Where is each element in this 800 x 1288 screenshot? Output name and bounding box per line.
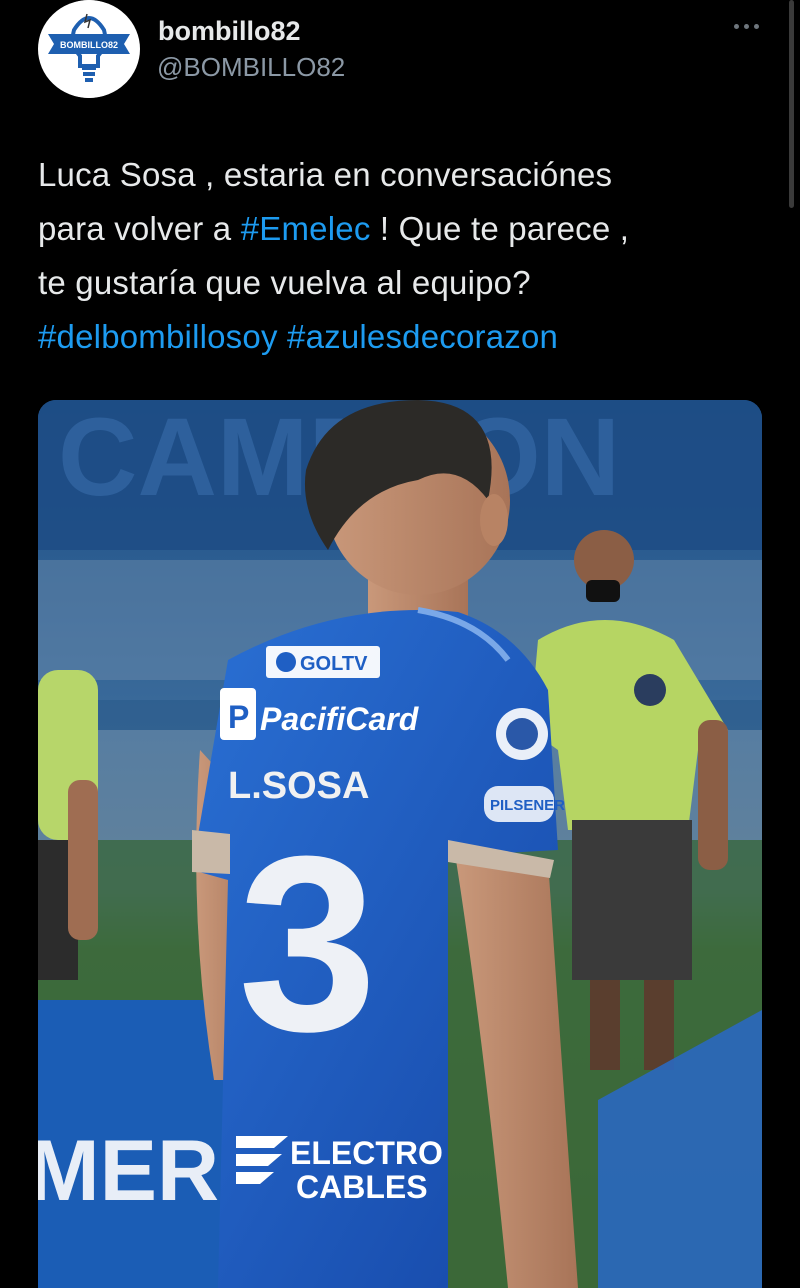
scrollbar[interactable]	[789, 0, 794, 208]
hashtag-link-azulesdecorazon[interactable]: #azulesdecorazon	[287, 318, 558, 355]
jersey-sponsor-electro: ELECTRO	[290, 1135, 443, 1171]
jersey-number: 3	[238, 804, 377, 1083]
tweet-text-segment: ! Que te parece ,	[370, 210, 630, 247]
tweet-text-segment: para volver a	[38, 210, 241, 247]
svg-text:P: P	[228, 699, 249, 735]
jersey-player-name: L.SOSA	[228, 765, 369, 807]
banner-left-text: MERI	[38, 1123, 243, 1219]
tweet-media-photo[interactable]: CAMPEON MERI	[38, 400, 762, 1288]
hashtag-link-delbombillosoy[interactable]: #delbombillosoy	[38, 318, 278, 355]
tweet-text-line: Luca Sosa , estaria en conversaciónes	[38, 156, 613, 193]
tweet-text-line: para volver a #Emelec ! Que te parece ,	[38, 202, 778, 256]
tweet-header: BOMBILLO82 bombillo82 @BOMBILLO82	[0, 0, 800, 120]
tweet-text-line: te gustaría que vuelva al equipo?	[38, 264, 531, 301]
photo-player-jersey: CAMPEON MERI	[38, 400, 762, 1288]
tweet-text: Luca Sosa , estaria en conversaciónes pa…	[38, 148, 778, 364]
jersey-sponsor-goltv: GOLTV	[300, 653, 368, 675]
tweet-text-line: #delbombillosoy #azulesdecorazon	[38, 310, 778, 364]
avatar[interactable]: BOMBILLO82	[38, 0, 140, 98]
jersey-sponsor-cables: CABLES	[296, 1169, 428, 1205]
display-name[interactable]: bombillo82	[158, 16, 301, 47]
jersey-sleeve-sponsor: PILSENER	[490, 797, 565, 814]
avatar-banner-text: BOMBILLO82	[60, 40, 118, 50]
hashtag-link-emelec[interactable]: #Emelec	[241, 210, 371, 247]
user-handle[interactable]: @BOMBILLO82	[157, 52, 345, 83]
more-horizontal-icon[interactable]	[732, 18, 762, 34]
jersey-sponsor-pacificard: PacifiCard	[260, 701, 420, 737]
bulb-logo-icon: BOMBILLO82	[40, 0, 138, 98]
